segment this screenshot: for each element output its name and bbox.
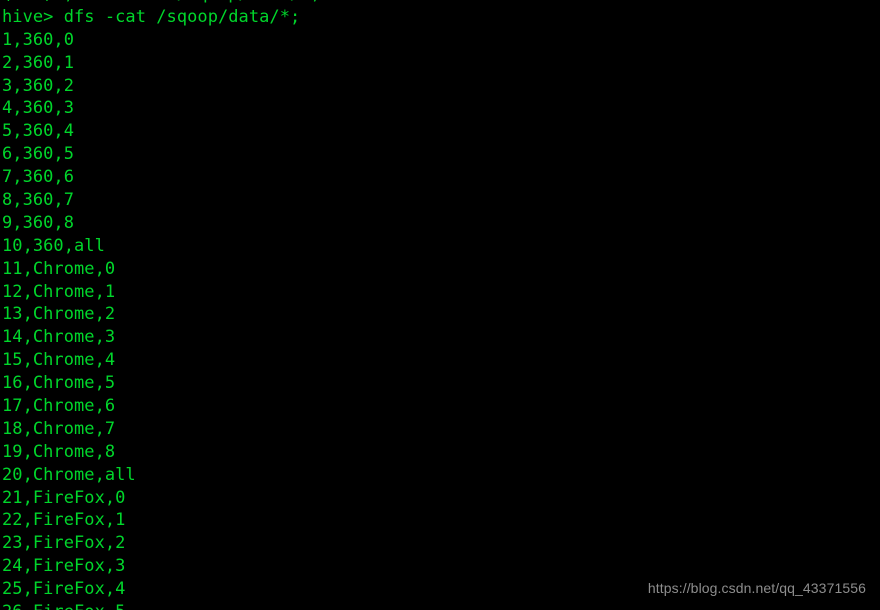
terminal-output-line: 15,Chrome,4 xyxy=(2,350,116,371)
terminal-output-line: 20,Chrome,all xyxy=(2,464,136,485)
terminal-output-line: 5,360,4 xyxy=(2,121,74,142)
terminal-console-output: ( 2) ; dfs -cat /sqoop/data/*; hive> dfs… xyxy=(2,0,880,610)
terminal-output-line: 16,Chrome,5 xyxy=(2,373,116,394)
terminal-output-line: 23,FireFox,2 xyxy=(2,533,126,554)
terminal-output-line: 3,360,2 xyxy=(2,75,74,96)
terminal-output-line: 10,360,all xyxy=(2,235,105,256)
terminal-output-line: 24,FireFox,3 xyxy=(2,556,126,577)
terminal-output-line: 6,360,5 xyxy=(2,144,74,165)
terminal-output-line: 7,360,6 xyxy=(2,167,74,188)
terminal-output-line: 4,360,3 xyxy=(2,98,74,119)
terminal-output-line: 1,360,0 xyxy=(2,29,74,50)
terminal-output-line: 22,FireFox,1 xyxy=(2,510,126,531)
terminal-window[interactable]: ( 2) ; dfs -cat /sqoop/data/*; hive> dfs… xyxy=(0,0,880,610)
terminal-prompt-line: hive> dfs -cat /sqoop/data/*; xyxy=(2,6,301,27)
terminal-output-line: 17,Chrome,6 xyxy=(2,396,116,417)
terminal-output-line: 14,Chrome,3 xyxy=(2,327,116,348)
terminal-output-line: 21,FireFox,0 xyxy=(2,487,126,508)
terminal-output-line: 26,FireFox,5 xyxy=(2,601,880,610)
terminal-output-line: 8,360,7 xyxy=(2,190,74,211)
watermark-url: https://blog.csdn.net/qq_43371556 xyxy=(647,580,866,596)
terminal-output-line: 19,Chrome,8 xyxy=(2,441,116,462)
terminal-output-line: 12,Chrome,1 xyxy=(2,281,116,302)
terminal-output-line: 13,Chrome,2 xyxy=(2,304,116,325)
terminal-output-line: 9,360,8 xyxy=(2,212,74,233)
terminal-output-line: 18,Chrome,7 xyxy=(2,418,116,439)
terminal-output-line: 11,Chrome,0 xyxy=(2,258,116,279)
terminal-output-line: 2,360,1 xyxy=(2,52,74,73)
terminal-output-rows: 1,360,0 2,360,1 3,360,2 4,360,3 5,360,4 6,360… xyxy=(2,29,880,610)
